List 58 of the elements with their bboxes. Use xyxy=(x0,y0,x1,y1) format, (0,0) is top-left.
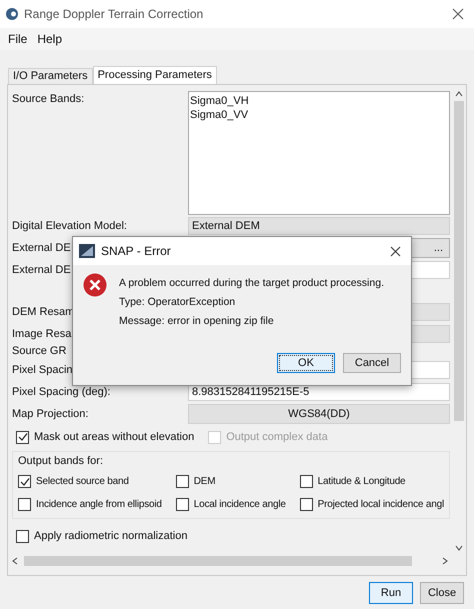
checkbox[interactable] xyxy=(16,430,29,444)
list-item[interactable]: Sigma0_VH xyxy=(189,94,250,108)
list-item[interactable]: Sigma0_VV xyxy=(189,108,250,122)
app-logo-icon xyxy=(79,244,95,258)
field-label: External DE xyxy=(12,240,71,256)
dialog-button[interactable]: Cancel xyxy=(343,353,401,373)
field-label: Map Projection: xyxy=(12,406,88,422)
checkbox[interactable] xyxy=(16,530,29,542)
app-logo-icon xyxy=(6,8,18,20)
band-list[interactable]: Sigma0_VH Sigma0_VV xyxy=(188,91,450,215)
scrollbar-thumb[interactable] xyxy=(454,101,464,421)
error-message: Message: error in opening zip file xyxy=(119,314,275,328)
close-icon[interactable] xyxy=(452,8,464,20)
close-icon[interactable] xyxy=(390,246,401,256)
dialog-button[interactable]: Close xyxy=(420,582,464,604)
checkbox-label: Apply radiometric normalization xyxy=(34,528,188,544)
scrollbar-thumb[interactable] xyxy=(24,556,412,566)
dialog-button[interactable]: Run xyxy=(369,582,413,604)
scroll-up-icon[interactable] xyxy=(455,91,463,97)
scroll-left-icon[interactable] xyxy=(12,557,18,565)
menu-item[interactable]: File xyxy=(4,30,32,48)
field-label: Pixel Spacin xyxy=(12,362,73,378)
checkbox[interactable] xyxy=(300,498,313,511)
checkbox[interactable] xyxy=(176,498,189,511)
checkbox-label: Selected source band xyxy=(36,475,129,489)
field-label: Image Resa xyxy=(12,326,72,342)
check-icon xyxy=(18,432,28,442)
checkbox-label: Local incidence angle xyxy=(194,498,286,512)
checkbox[interactable] xyxy=(18,475,31,488)
checkbox-label: DEM xyxy=(194,475,216,489)
dropdown[interactable]: External DEM xyxy=(188,217,450,235)
dialog-title: SNAP - Error xyxy=(101,243,172,260)
field-label: Source Bands: xyxy=(12,92,86,107)
dialog-button[interactable]: OK xyxy=(277,353,335,373)
window-title: Range Doppler Terrain Correction xyxy=(24,6,204,23)
scroll-right-icon[interactable] xyxy=(442,557,448,565)
scroll-down-icon[interactable] xyxy=(455,545,463,551)
checkbox[interactable] xyxy=(176,475,189,488)
check-icon xyxy=(20,476,30,486)
error-icon xyxy=(83,273,107,297)
group-title: Output bands for: xyxy=(18,454,103,469)
projection-button[interactable]: WGS84(DD) xyxy=(188,404,450,424)
tab[interactable]: Processing Parameters xyxy=(92,66,217,84)
checkbox-label: Projected local incidence angl xyxy=(318,498,444,512)
checkbox-label: Incidence angle from ellipsoid xyxy=(36,498,162,512)
field-label: Source GR xyxy=(12,344,66,358)
checkbox[interactable] xyxy=(18,498,31,511)
field-label: Digital Elevation Model: xyxy=(12,218,127,234)
checkbox-label: Output complex data xyxy=(226,430,328,445)
field-label: Pixel Spacing (deg): xyxy=(12,384,110,400)
error-message: Type: OperatorException xyxy=(119,294,236,310)
checkbox-label: Mask out areas without elevation xyxy=(34,430,194,445)
field-label: External DE xyxy=(12,262,71,278)
checkbox[interactable] xyxy=(300,475,313,488)
menu-item[interactable]: Help xyxy=(33,30,66,48)
checkbox-label: Latitude & Longitude xyxy=(318,475,406,489)
tab[interactable]: I/O Parameters xyxy=(8,68,93,84)
error-message: A problem occurred during the target product processing. xyxy=(119,276,384,291)
